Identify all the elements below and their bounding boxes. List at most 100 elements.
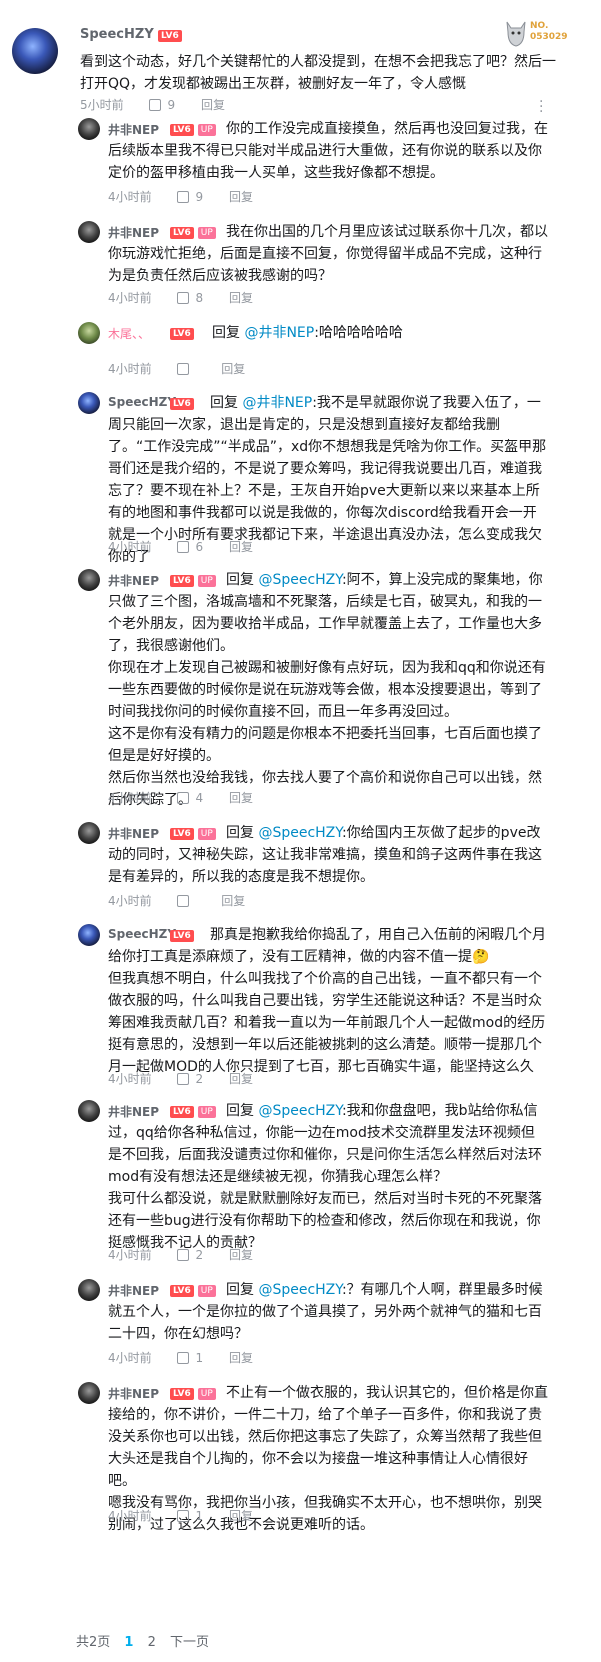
timestamp: 4小时前	[108, 362, 152, 376]
reply-text: 我在你出国的几个月里应该试过联系你十几次，都以你玩游戏忙拒绝，后面是直接不回复，…	[108, 224, 548, 284]
like-count: 8	[195, 291, 204, 305]
like-button[interactable]: 9	[177, 190, 203, 204]
reply-button[interactable]: 回复	[229, 1246, 253, 1263]
like-button[interactable]: 4	[177, 791, 203, 805]
avatar[interactable]	[78, 1382, 100, 1404]
reply-item: 井非NEP LV6 UP 不止有一个做衣服的，我认识其它的，但价格是你直接给的，你…	[0, 1382, 601, 1533]
reply-button[interactable]: 回复	[229, 1349, 253, 1366]
reply-item: SpeecHZY LV6 那真是抱歉我给你捣乱了，用自己入伍前的闲暇几个月给你打…	[0, 924, 601, 1087]
reply-button[interactable]: 回复	[221, 360, 245, 377]
reply-meta: 4小时前 回复	[108, 892, 267, 909]
reply-meta: 4小时前 4 回复	[108, 789, 275, 806]
like-button[interactable]: 1	[177, 1509, 203, 1523]
avatar[interactable]	[78, 1100, 100, 1122]
like-button[interactable]: 9	[149, 98, 175, 112]
level-badge: LV6	[158, 30, 182, 42]
thumb-up-icon	[177, 191, 190, 203]
reply-text: 回复 @SpeecHZY:我和你盘盘吧，我b站给你私信过，qq给你各种私信过，你…	[108, 1103, 542, 1251]
level-badge: LV6	[170, 327, 194, 340]
cat-icon	[506, 21, 526, 47]
username[interactable]: SpeecHZY	[80, 27, 154, 42]
comment-meta: 5小时前 9 回复	[80, 96, 247, 113]
reply-meta: 4小时前 1 回复	[108, 1349, 275, 1366]
thumb-up-icon	[149, 99, 162, 111]
mention-link[interactable]: @SpeecHZY	[258, 1282, 342, 1298]
more-options-icon[interactable]: · · ·	[539, 95, 545, 119]
page-2[interactable]: 2	[148, 1635, 156, 1650]
fan-badge-title: NO.	[530, 21, 549, 31]
timestamp: 4小时前	[108, 1248, 152, 1262]
thumb-up-icon	[177, 1510, 190, 1522]
like-count: 2	[195, 1072, 204, 1086]
like-button[interactable]	[177, 894, 195, 908]
fan-badge-number: 053029	[530, 32, 568, 42]
avatar[interactable]	[78, 822, 100, 844]
reply-button[interactable]: 回复	[229, 1507, 253, 1524]
like-count: 4	[195, 791, 204, 805]
like-button[interactable]: 6	[177, 540, 203, 554]
timestamp: 4小时前	[108, 1072, 152, 1086]
avatar[interactable]	[78, 392, 100, 414]
pagination: 共2页 1 2 下一页	[76, 1631, 219, 1650]
thumb-up-icon	[177, 541, 190, 553]
mention-link[interactable]: @井非NEP	[244, 325, 314, 341]
thumb-up-icon	[177, 1249, 190, 1261]
timestamp: 4小时前	[108, 291, 152, 305]
timestamp: 4小时前	[108, 894, 152, 908]
reply-button[interactable]: 回复	[201, 96, 225, 113]
reply-meta: 4小时前 2 回复	[108, 1070, 275, 1087]
reply-meta: 4小时前 9 回复	[108, 188, 275, 205]
timestamp: 4小时前	[108, 1351, 152, 1365]
reply-button[interactable]: 回复	[229, 289, 253, 306]
reply-button[interactable]: 回复	[229, 188, 253, 205]
mention-link[interactable]: @SpeecHZY	[258, 572, 342, 588]
reply-button[interactable]: 回复	[221, 892, 245, 909]
reply-item: 井非NEP LV6 UP 回复 @SpeecHZY:阿不，算上没完成的聚集地，你只…	[0, 569, 601, 808]
avatar[interactable]	[78, 569, 100, 591]
reply-meta: 4小时前 8 回复	[108, 289, 275, 306]
avatar[interactable]	[78, 1279, 100, 1301]
reply-item: 井非NEP LV6 UP 你的工作没完成直接摸鱼，然后再也没回复过我，在后续版本里…	[0, 118, 601, 212]
mention-link[interactable]: @SpeecHZY	[258, 1103, 342, 1119]
page-1[interactable]: 1	[124, 1635, 133, 1650]
like-button[interactable]	[177, 362, 195, 376]
reply-item: 井非NEP LV6 UP 回复 @SpeecHZY:你给国内王灰做了起步的pve改…	[0, 822, 601, 912]
reply-button[interactable]: 回复	[229, 538, 253, 555]
reply-button[interactable]: 回复	[229, 1070, 253, 1087]
like-button[interactable]: 2	[177, 1248, 203, 1262]
reply-text: 你的工作没完成直接摸鱼，然后再也没回复过我，在后续版本里我不得已只能对半成品进行…	[108, 121, 548, 181]
like-button[interactable]: 8	[177, 291, 203, 305]
timestamp: 4小时前	[108, 190, 152, 204]
like-count: 2	[195, 1248, 204, 1262]
thumb-up-icon	[177, 895, 190, 907]
reply-item: 井非NEP LV6 UP 我在你出国的几个月里应该试过联系你十几次，都以你玩游戏忙…	[0, 221, 601, 315]
reply-text: 回复 @SpeecHZY:你给国内王灰做了起步的pve改动的同时，又神秘失踪，这…	[108, 825, 542, 885]
mention-link[interactable]: @SpeecHZY	[258, 825, 342, 841]
thumb-up-icon	[177, 1073, 190, 1085]
timestamp: 5小时前	[80, 98, 124, 112]
like-button[interactable]: 2	[177, 1072, 203, 1086]
like-button[interactable]: 1	[177, 1351, 203, 1365]
avatar[interactable]	[78, 322, 100, 344]
fan-badge: NO. 053029	[504, 18, 568, 50]
avatar[interactable]	[78, 924, 100, 946]
avatar[interactable]	[12, 28, 58, 74]
next-page[interactable]: 下一页	[170, 1635, 209, 1650]
reply-button[interactable]: 回复	[229, 789, 253, 806]
reply-text: 那真是抱歉我给你捣乱了，用自己入伍前的闲暇几个月给你打工真是添麻烦了，没有工匠精…	[108, 927, 546, 1075]
reply-username[interactable]: 木尾、、	[108, 325, 150, 342]
avatar[interactable]	[78, 221, 100, 243]
mention-link[interactable]: @井非NEP	[242, 395, 312, 411]
avatar[interactable]	[78, 118, 100, 140]
timestamp: 4小时前	[108, 540, 152, 554]
reply-meta: 4小时前 2 回复	[108, 1246, 275, 1263]
reply-text: 回复 @井非NEP:哈哈哈哈哈哈	[212, 325, 403, 341]
like-count: 6	[195, 540, 204, 554]
timestamp: 4小时前	[108, 1509, 152, 1523]
thumb-up-icon	[177, 363, 190, 375]
comment-text: 看到这个动态，好几个关键帮忙的人都没提到，在想不会把我忘了吧？然后一打开QQ，才…	[80, 54, 556, 92]
reply-item: 井非NEP LV6 UP 回复 @SpeecHZY:我和你盘盘吧，我b站给你私信过…	[0, 1100, 601, 1266]
like-count: 9	[167, 98, 176, 112]
like-count: 1	[195, 1509, 204, 1523]
main-comment: SpeecHZY LV6 NO. 053029 看到这个动态，好几个关键帮忙的人…	[0, 0, 601, 119]
